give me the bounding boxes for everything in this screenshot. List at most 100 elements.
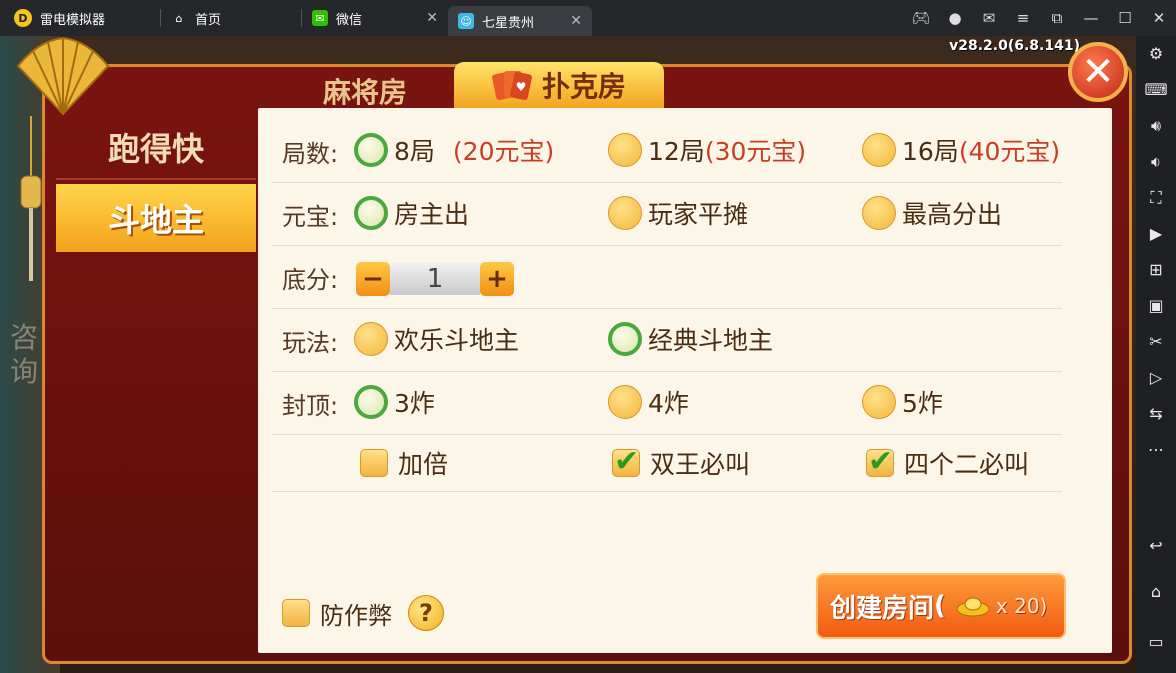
increase-button[interactable]: +: [480, 262, 514, 296]
option-label: 房主出: [394, 200, 470, 229]
rounds-option-8[interactable]: 8局 (20元宝): [354, 132, 554, 168]
base-score-row: 底分: − 1 +: [272, 246, 1062, 309]
menu-icon[interactable]: ≡: [1006, 9, 1040, 27]
anticheat-label: 防作弊: [320, 601, 392, 630]
radio-icon[interactable]: [862, 133, 896, 167]
cap-option-3[interactable]: 3炸: [354, 384, 435, 420]
sync-icon[interactable]: ⇆: [1136, 404, 1176, 423]
radio-icon[interactable]: [608, 133, 642, 167]
radio-icon[interactable]: [608, 196, 642, 230]
recent-apps-icon[interactable]: ▭: [1136, 632, 1176, 651]
radio-selected-icon[interactable]: [354, 385, 388, 419]
checkbox-checked-icon[interactable]: [612, 444, 640, 479]
close-panel-button[interactable]: ✕: [1068, 42, 1128, 102]
payment-row: 元宝: 房主出 玩家平摊 最高分出: [272, 183, 1062, 246]
tab-wechat-label: 微信: [336, 12, 363, 28]
create-room-button[interactable]: 创建房间 ( x 20): [816, 573, 1066, 639]
game-app-icon: ☺: [458, 13, 474, 29]
tab-game[interactable]: ☺ 七星贵州 ✕: [448, 6, 592, 36]
base-score-label: 底分:: [282, 266, 339, 294]
add-icon[interactable]: ⊞: [1136, 260, 1176, 279]
tab-home[interactable]: ⌂ 首页: [161, 0, 301, 36]
volume-down-icon[interactable]: 🔉︎: [1136, 152, 1176, 172]
back-icon[interactable]: ↩: [1136, 536, 1176, 555]
radio-icon[interactable]: [354, 322, 388, 356]
home-nav-icon[interactable]: ⌂: [1136, 582, 1176, 601]
restore-icon[interactable]: ⧉: [1040, 9, 1074, 27]
window-controls: 🎮︎ ● ✉ ≡ ⧉ — ☐ ✕: [904, 0, 1176, 36]
golden-tassel-icon: [20, 116, 42, 281]
record-icon[interactable]: ▶: [1136, 224, 1176, 243]
apk-icon[interactable]: ▣: [1136, 296, 1176, 315]
decrease-button[interactable]: −: [356, 262, 390, 296]
version-label: v28.2.0(6.8.141): [949, 38, 1080, 54]
title-bar: D 雷电模拟器 ⌂ 首页 ✉ 微信 ✕ ☺ 七星贵州 ✕ 🎮︎ ● ✉ ≡ ⧉ …: [0, 0, 1176, 36]
option-label: 欢乐斗地主: [394, 326, 520, 355]
golden-fan-icon: [16, 36, 110, 116]
playing-cards-icon: ♥: [492, 71, 532, 101]
checkbox-icon[interactable]: [282, 599, 310, 627]
tab-game-label: 七星贵州: [482, 15, 535, 31]
mode-option-classic[interactable]: 经典斗地主: [608, 321, 773, 357]
tab-poker-room[interactable]: ♥ 扑克房: [454, 62, 664, 108]
option-cost: (40元宝): [958, 137, 1061, 166]
maximize-icon[interactable]: ☐: [1108, 9, 1142, 27]
mail-icon[interactable]: ✉: [972, 9, 1006, 27]
close-tab-icon[interactable]: ✕: [570, 13, 582, 29]
gold-ingot-icon: [956, 597, 990, 617]
radio-selected-icon[interactable]: [354, 196, 388, 230]
scissors-icon[interactable]: ✂: [1136, 332, 1176, 351]
payment-label: 元宝:: [282, 203, 339, 231]
cap-option-4[interactable]: 4炸: [608, 384, 689, 420]
tab-wechat[interactable]: ✉ 微信 ✕: [302, 0, 448, 36]
option-label: 玩家平摊: [648, 200, 749, 229]
close-window-icon[interactable]: ✕: [1142, 9, 1176, 27]
rounds-option-12[interactable]: 12局 (30元宝): [608, 132, 806, 168]
settings-icon[interactable]: ⚙: [1136, 44, 1176, 63]
room-type-tabs: 麻将房 ♥ 扑克房: [270, 62, 664, 109]
radio-icon[interactable]: [608, 385, 642, 419]
keyboard-icon[interactable]: ⌨: [1136, 80, 1176, 99]
extra-option-four-twos[interactable]: 四个二必叫: [866, 444, 1029, 481]
menu-item-paodekuai[interactable]: 跑得快: [56, 116, 256, 180]
radio-selected-icon[interactable]: [608, 322, 642, 356]
radio-icon[interactable]: [862, 196, 896, 230]
base-score-stepper: − 1 +: [356, 262, 514, 296]
mode-label: 玩法:: [282, 329, 339, 357]
game-type-menu: 跑得快 斗地主: [56, 116, 256, 673]
cost-paren: (: [934, 591, 946, 621]
cap-option-5[interactable]: 5炸: [862, 384, 943, 420]
mode-option-happy[interactable]: 欢乐斗地主: [354, 321, 519, 357]
rounds-option-16[interactable]: 16局 (40元宝): [862, 132, 1060, 168]
extra-option-double[interactable]: 加倍: [360, 445, 448, 481]
user-icon[interactable]: ●: [938, 9, 972, 27]
payment-option-host[interactable]: 房主出: [354, 195, 469, 231]
radio-icon[interactable]: [862, 385, 896, 419]
option-label: 经典斗地主: [648, 326, 774, 355]
video-icon[interactable]: ▷: [1136, 368, 1176, 387]
option-label: 5炸: [902, 389, 943, 418]
payment-option-highest[interactable]: 最高分出: [862, 195, 1002, 231]
screenshot-icon[interactable]: ⛶: [1136, 188, 1176, 208]
checkbox-icon[interactable]: [360, 449, 388, 477]
more-icon[interactable]: ⋯: [1136, 440, 1176, 459]
checkbox-checked-icon[interactable]: [866, 444, 894, 479]
extra-option-two-jokers[interactable]: 双王必叫: [612, 444, 751, 481]
anticheat-option[interactable]: 防作弊 ?: [282, 595, 444, 631]
radio-selected-icon[interactable]: [354, 133, 388, 167]
close-tab-icon[interactable]: ✕: [426, 10, 438, 26]
volume-up-icon[interactable]: 🔊︎: [1136, 116, 1176, 136]
rounds-label: 局数:: [282, 140, 339, 168]
payment-option-split[interactable]: 玩家平摊: [608, 195, 748, 231]
minimize-icon[interactable]: —: [1074, 9, 1108, 27]
menu-item-doudizhu[interactable]: 斗地主: [56, 184, 256, 252]
extras-row: 加倍 双王必叫 四个二必叫: [272, 435, 1062, 492]
base-score-value: 1: [390, 263, 480, 295]
help-icon[interactable]: ?: [408, 595, 444, 631]
option-label: 双王必叫: [650, 450, 751, 479]
gamepad-icon[interactable]: 🎮︎: [904, 9, 938, 27]
room-options-panel: 局数: 8局 (20元宝) 12局 (30元宝) 16局 (40元宝) 元宝:: [258, 108, 1112, 653]
emulator-sidebar: ⚙ ⌨ 🔊︎ 🔉︎ ⛶ ▶ ⊞ ▣ ✂ ▷ ⇆ ⋯ ↩ ⌂ ▭: [1136, 36, 1176, 673]
option-label: 4炸: [648, 389, 689, 418]
tab-home-label: 首页: [195, 12, 222, 28]
